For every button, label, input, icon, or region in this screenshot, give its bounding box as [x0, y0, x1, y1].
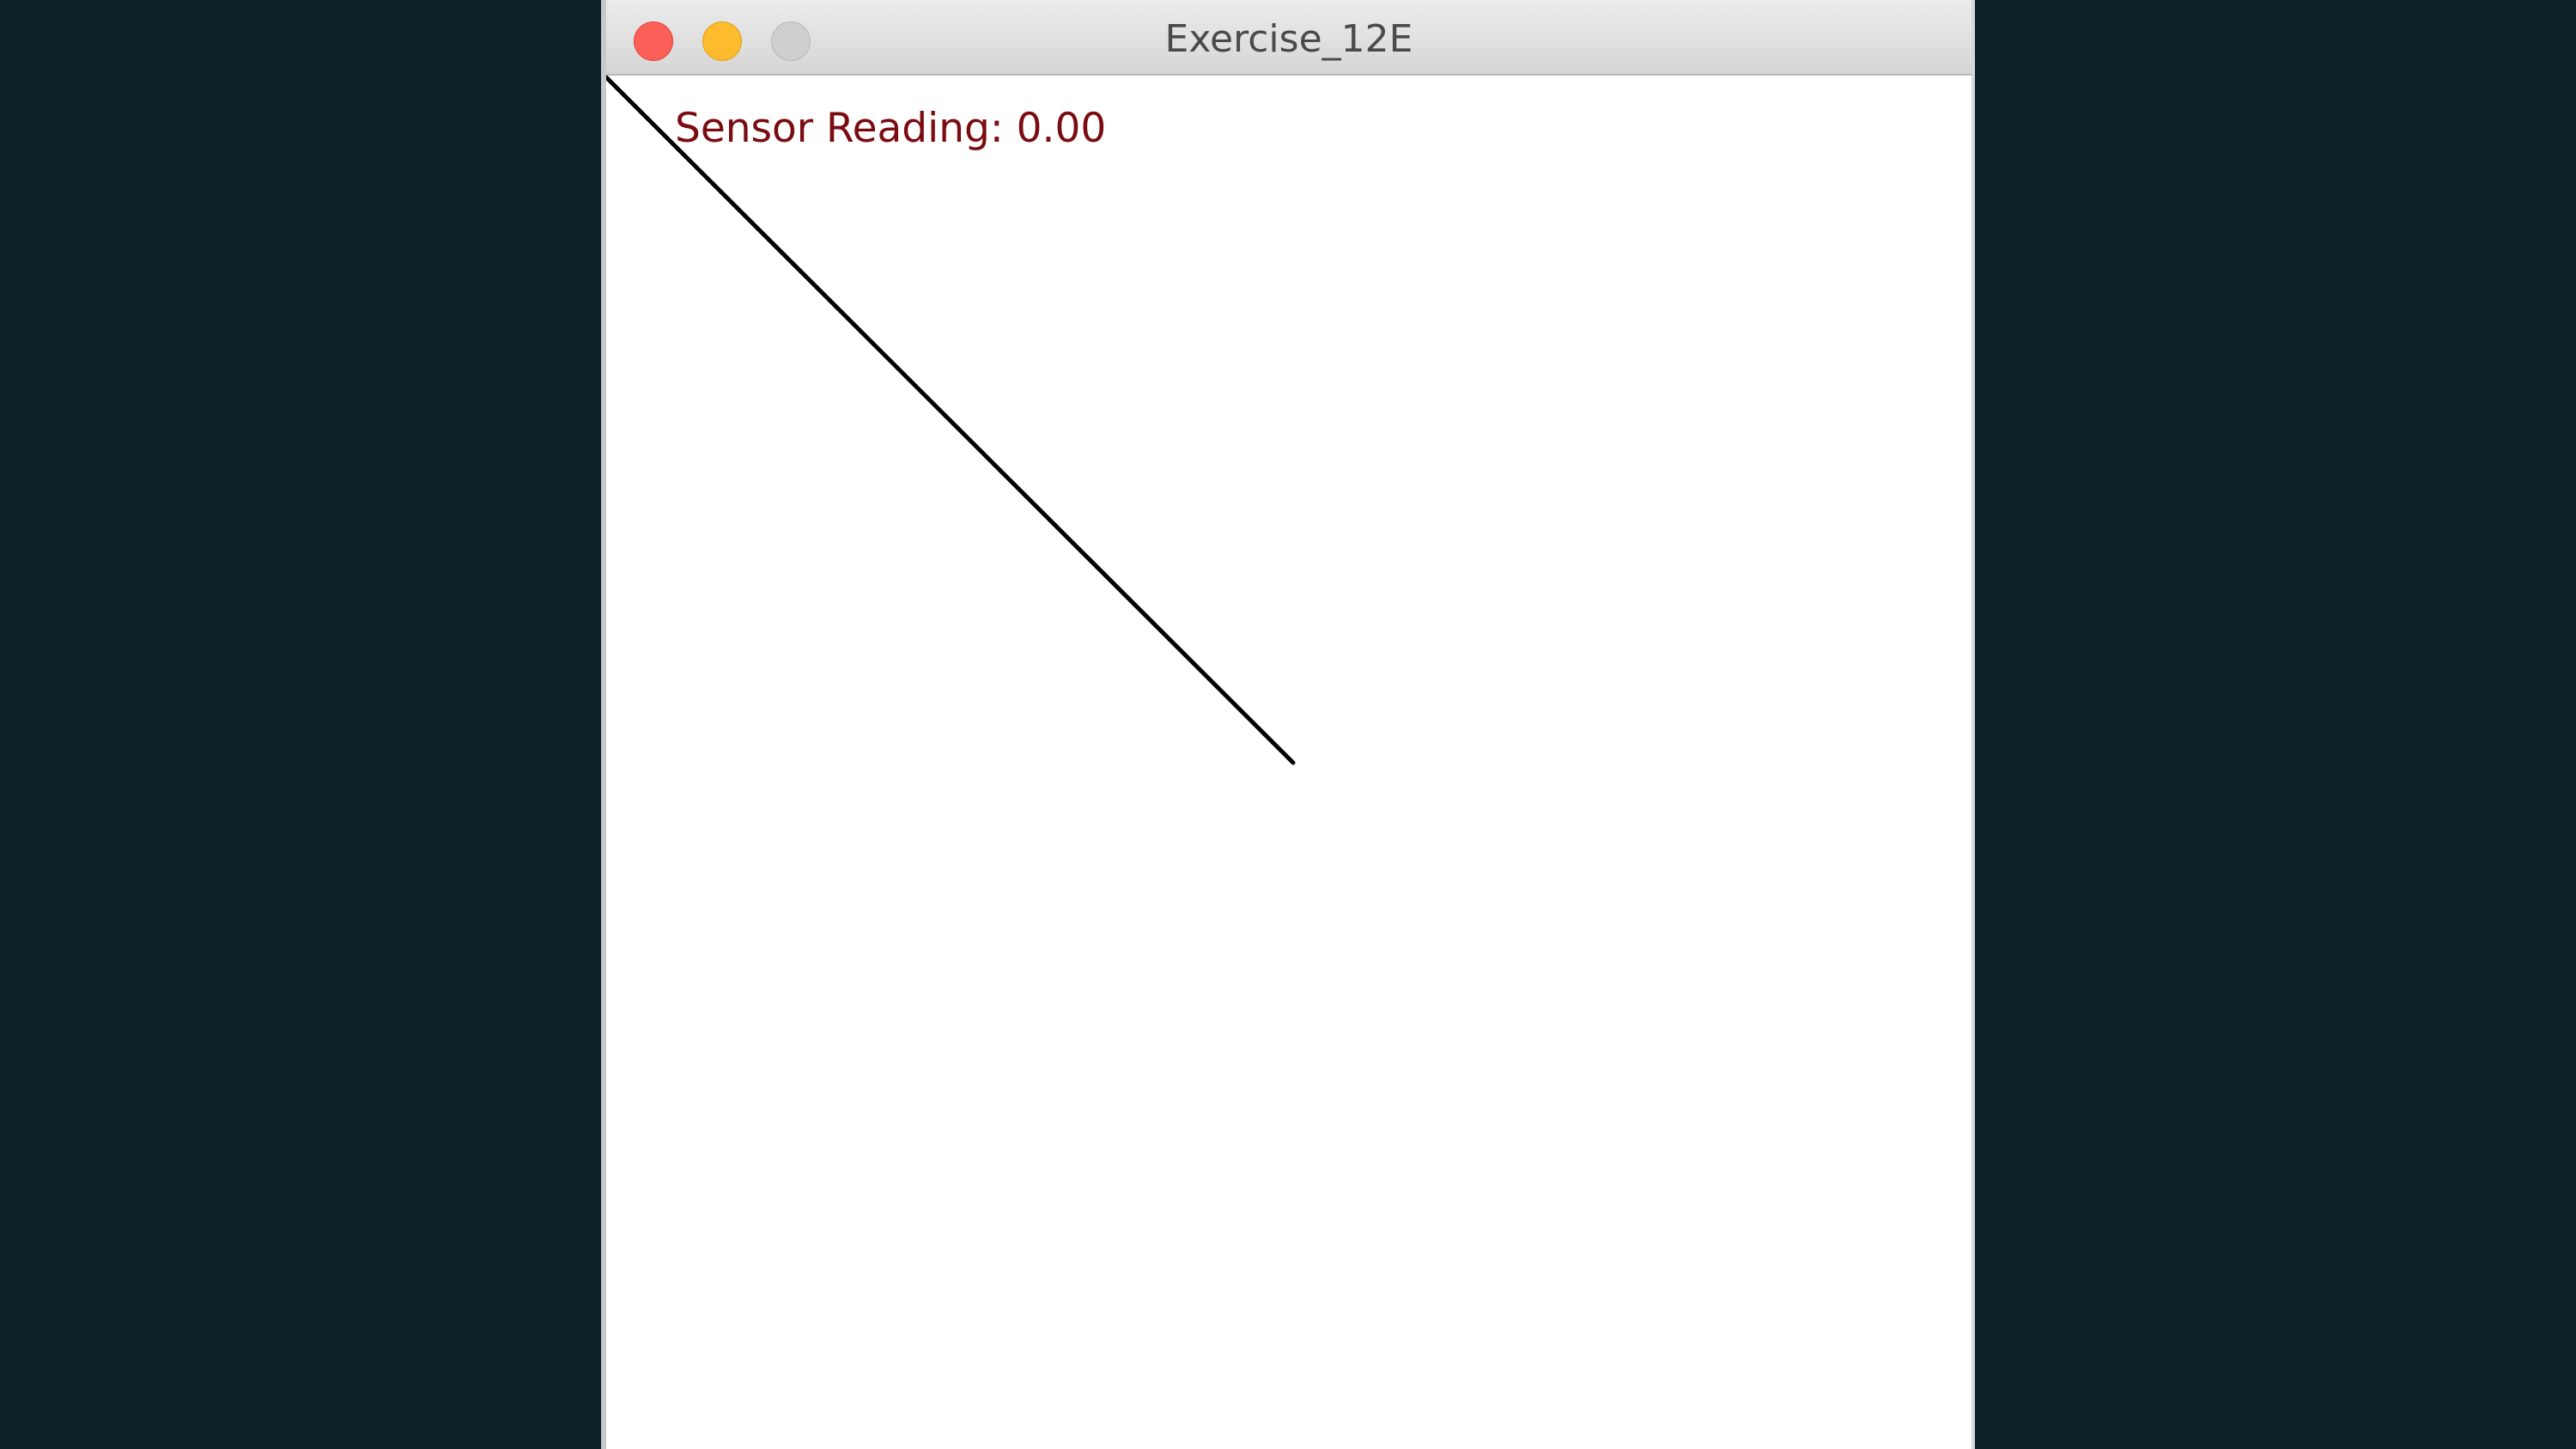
sketch-canvas[interactable]: Sensor Reading: 0.00	[606, 76, 1971, 1449]
sensor-line	[606, 76, 1296, 765]
window-title: Exercise_12E	[1164, 17, 1413, 61]
sketch-drawing	[606, 76, 1296, 765]
sensor-reading-text: Sensor Reading: 0.00	[675, 105, 1107, 152]
title-bar[interactable]: Exercise_12E	[606, 0, 1971, 76]
app-window: Exercise_12E Sensor Reading: 0.00	[601, 0, 1975, 1449]
